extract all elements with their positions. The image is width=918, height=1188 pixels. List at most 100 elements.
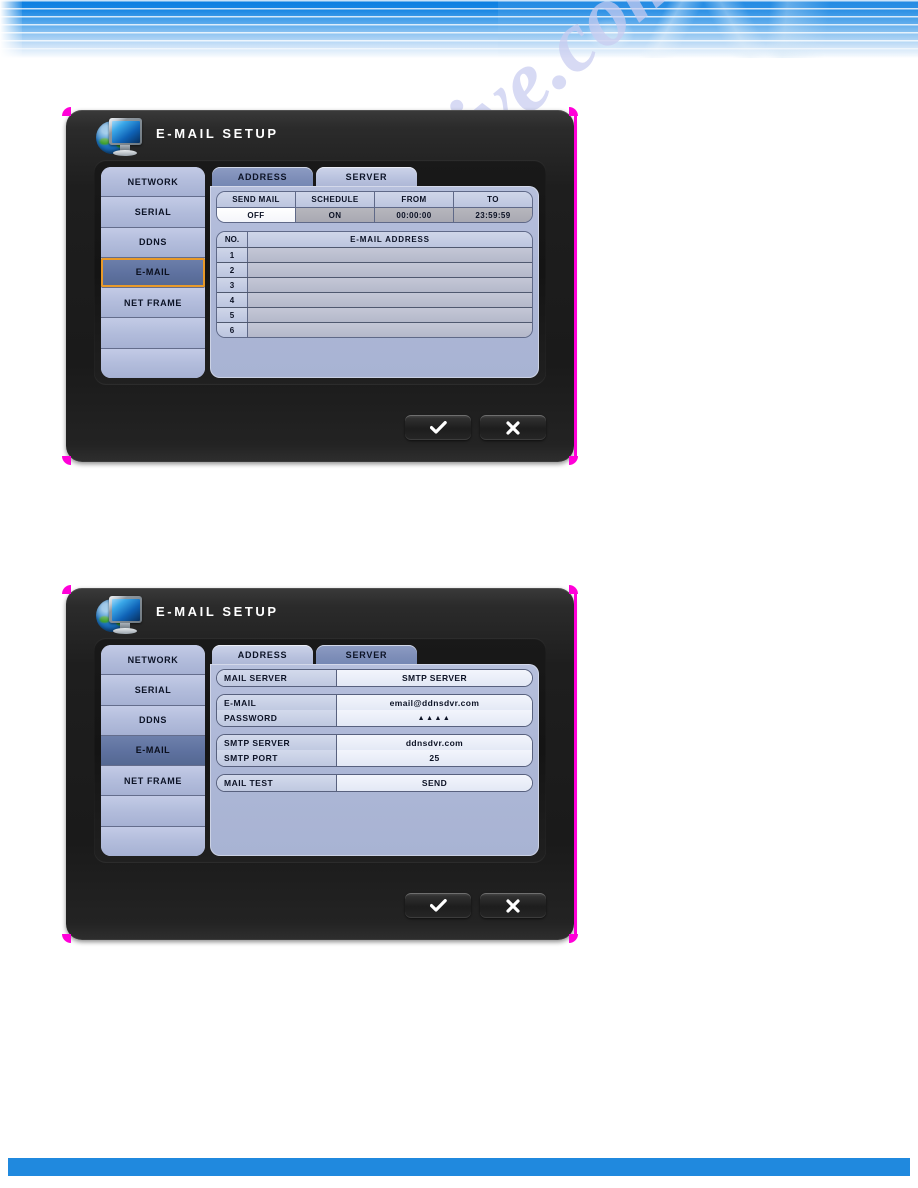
sidebar-item-network[interactable]: NETWORK <box>101 167 205 198</box>
email-address-table: NO. E-MAIL ADDRESS 1 2 3 4 5 6 <box>217 232 532 337</box>
value-from-time[interactable]: 00:00:00 <box>375 208 454 222</box>
confirm-button[interactable] <box>405 893 471 918</box>
sidebar-item-serial[interactable]: SERIAL <box>101 675 205 706</box>
sidebar-item-ddns[interactable]: DDNS <box>101 705 205 736</box>
send-mail-settings-grid: SEND MAIL SCHEDULE FROM TO OFF ON 00:00:… <box>217 192 532 222</box>
sidebar-item-label: SERIAL <box>134 206 172 217</box>
confirm-button[interactable] <box>405 415 471 440</box>
sidebar-item-net-frame[interactable]: NET FRAME <box>101 288 205 319</box>
sidebar-item-ddns[interactable]: DDNS <box>101 227 205 258</box>
dialog-button-bar <box>405 893 546 918</box>
page-header-banner <box>0 0 918 58</box>
tab-server[interactable]: SERVER <box>316 167 417 186</box>
cancel-button[interactable] <box>480 893 546 918</box>
send-test-mail-button[interactable]: SEND <box>337 775 532 791</box>
sidebar-item-serial[interactable]: SERIAL <box>101 197 205 228</box>
field-row-email[interactable]: E-MAIL email@ddnsdvr.com <box>217 695 532 711</box>
dialog-titlebar: E-MAIL SETUP <box>66 588 574 638</box>
sidebar-item-label: DDNS <box>139 237 167 248</box>
row-email-address[interactable] <box>248 323 532 337</box>
sidebar-item-label: DDNS <box>139 715 167 726</box>
column-header-to: TO <box>454 192 532 207</box>
field-label-mail-test: MAIL TEST <box>217 775 337 791</box>
tab-address[interactable]: ADDRESS <box>212 645 313 664</box>
table-row[interactable]: 2 <box>217 262 532 277</box>
field-row-smtp-port[interactable]: SMTP PORT 25 <box>217 750 532 766</box>
column-header-send-mail: SEND MAIL <box>217 192 296 207</box>
row-number: 3 <box>217 278 248 292</box>
sidebar-item-network[interactable]: NETWORK <box>101 645 205 676</box>
sidebar-item-empty-2[interactable] <box>101 826 205 856</box>
email-setup-dialog-address: E-MAIL SETUP NETWORK SERIAL DDNS E-MAIL … <box>62 107 578 465</box>
edge-marker <box>574 114 577 458</box>
sidebar-item-email[interactable]: E-MAIL <box>101 735 205 767</box>
field-row-mail-server[interactable]: MAIL SERVER SMTP SERVER <box>217 670 532 686</box>
row-email-address[interactable] <box>248 293 532 307</box>
cancel-button[interactable] <box>480 415 546 440</box>
field-label-smtp-port: SMTP PORT <box>217 750 337 766</box>
dialog-titlebar: E-MAIL SETUP <box>66 110 574 160</box>
sidebar-item-empty-1[interactable] <box>101 796 205 827</box>
edge-marker <box>574 592 577 936</box>
dialog-button-bar <box>405 415 546 440</box>
table-row[interactable]: 3 <box>217 277 532 292</box>
mail-server-group: MAIL SERVER SMTP SERVER <box>217 670 532 686</box>
tab-address[interactable]: ADDRESS <box>212 167 313 186</box>
field-label-smtp-server: SMTP SERVER <box>217 735 337 751</box>
table-row[interactable]: 1 <box>217 247 532 262</box>
tab-label: SERVER <box>345 171 388 182</box>
field-row-password[interactable]: PASSWORD ▲▲▲▲ <box>217 710 532 726</box>
dialog-title: E-MAIL SETUP <box>156 126 279 141</box>
row-email-address[interactable] <box>248 308 532 322</box>
row-number: 5 <box>217 308 248 322</box>
value-to-time[interactable]: 23:59:59 <box>454 208 532 222</box>
settings-value-row: OFF ON 00:00:00 23:59:59 <box>217 207 532 222</box>
monitor-screen <box>111 598 140 621</box>
field-value-mail-server[interactable]: SMTP SERVER <box>337 670 532 686</box>
field-row-mail-test[interactable]: MAIL TEST SEND <box>217 775 532 791</box>
table-row[interactable]: 6 <box>217 322 532 337</box>
sidebar-item-empty-2[interactable] <box>101 348 205 378</box>
check-icon <box>429 898 447 913</box>
monitor-base <box>113 150 137 156</box>
monitor-icon <box>109 118 142 145</box>
sidebar-item-label: NET FRAME <box>124 297 182 308</box>
row-email-address[interactable] <box>248 263 532 277</box>
tab-strip: ADDRESS SERVER <box>210 645 539 664</box>
table-row[interactable]: 5 <box>217 307 532 322</box>
tab-label: ADDRESS <box>237 171 288 182</box>
sidebar-item-label: E-MAIL <box>135 745 171 756</box>
field-value-password[interactable]: ▲▲▲▲ <box>337 710 532 726</box>
settings-header-row: SEND MAIL SCHEDULE FROM TO <box>217 192 532 207</box>
row-email-address[interactable] <box>248 278 532 292</box>
field-value-email[interactable]: email@ddnsdvr.com <box>337 695 532 711</box>
field-value-smtp-port[interactable]: 25 <box>337 750 532 766</box>
email-setup-dialog-server: E-MAIL SETUP NETWORK SERIAL DDNS E-MAIL … <box>62 585 578 943</box>
sidebar-item-label: NETWORK <box>127 654 179 665</box>
sidebar-item-net-frame[interactable]: NET FRAME <box>101 766 205 797</box>
corner-marker <box>62 934 71 943</box>
tab-content-area: ADDRESS SERVER SEND MAIL SCHEDULE FROM T… <box>210 167 539 378</box>
globe-monitor-icon <box>96 118 144 158</box>
settings-sidebar: NETWORK SERIAL DDNS E-MAIL NET FRAME <box>101 645 205 856</box>
monitor-base <box>113 628 137 634</box>
sidebar-item-label: NET FRAME <box>124 775 182 786</box>
server-tab-panel: MAIL SERVER SMTP SERVER E-MAIL email@ddn… <box>210 664 539 856</box>
sidebar-item-email[interactable]: E-MAIL <box>101 257 205 289</box>
tab-label: SERVER <box>345 649 388 660</box>
value-send-mail[interactable]: OFF <box>217 208 296 222</box>
field-row-smtp-server[interactable]: SMTP SERVER ddnsdvr.com <box>217 735 532 751</box>
globe-monitor-icon <box>96 596 144 636</box>
settings-sidebar: NETWORK SERIAL DDNS E-MAIL NET FRAME <box>101 167 205 378</box>
tab-server[interactable]: SERVER <box>316 645 417 664</box>
field-label-password: PASSWORD <box>217 710 337 726</box>
close-icon <box>506 420 520 435</box>
field-value-smtp-server[interactable]: ddnsdvr.com <box>337 735 532 751</box>
value-schedule[interactable]: ON <box>296 208 375 222</box>
sidebar-item-empty-1[interactable] <box>101 318 205 349</box>
tab-content-area: ADDRESS SERVER MAIL SERVER SMTP SERVER E… <box>210 645 539 856</box>
column-header-schedule: SCHEDULE <box>296 192 375 207</box>
sidebar-item-label: SERIAL <box>134 684 172 695</box>
row-email-address[interactable] <box>248 248 532 262</box>
table-row[interactable]: 4 <box>217 292 532 307</box>
